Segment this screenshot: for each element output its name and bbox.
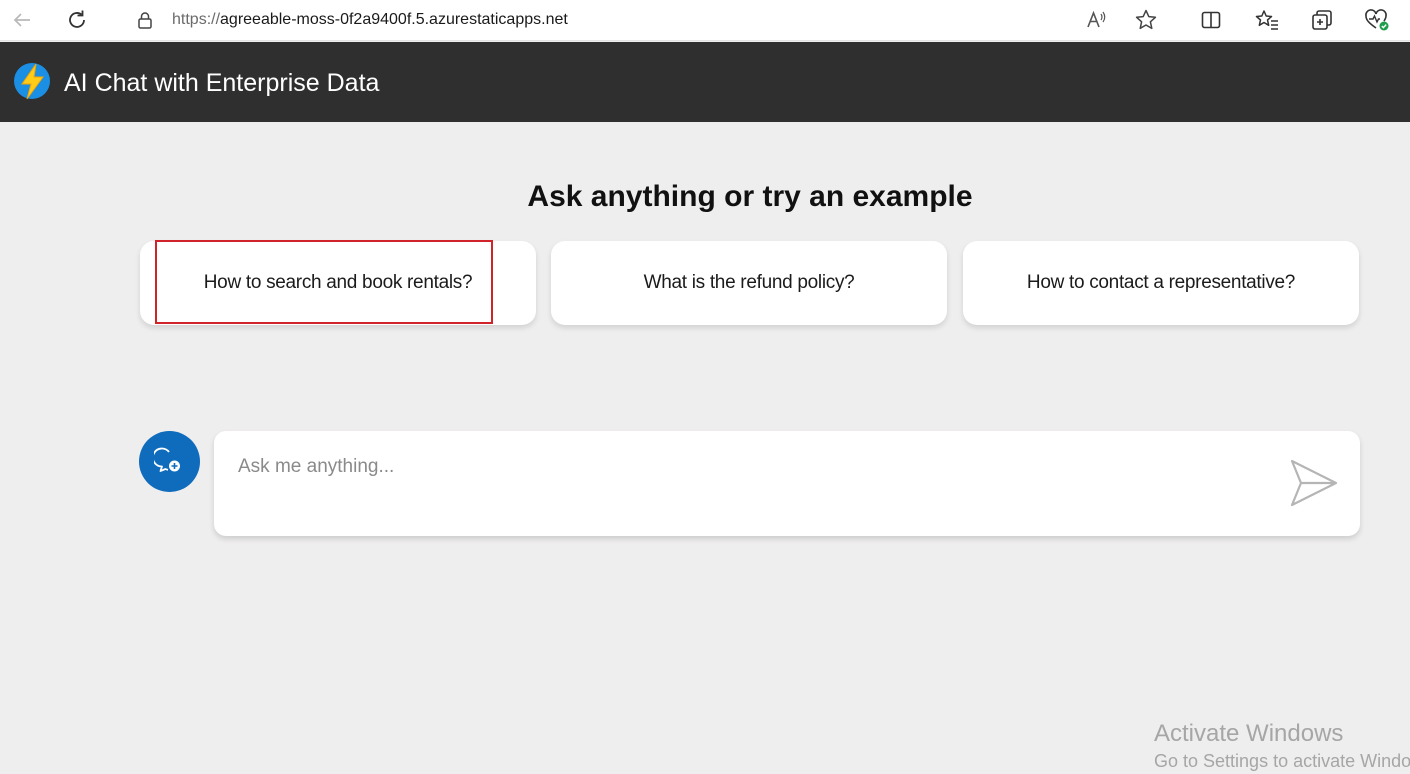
windows-activation-watermark: Activate Windows Go to Settings to activ… — [1154, 720, 1410, 774]
new-chat-button[interactable] — [139, 431, 200, 492]
favorites-button[interactable] — [1253, 6, 1281, 34]
lock-icon[interactable] — [136, 11, 154, 29]
split-screen-icon — [1201, 11, 1221, 29]
back-icon — [13, 13, 30, 27]
favorite-star-icon — [1135, 9, 1157, 30]
send-icon — [1290, 459, 1338, 507]
collections-button[interactable] — [1308, 6, 1336, 34]
highlight-annotation — [155, 240, 493, 324]
page-headline: Ask anything or try an example — [527, 180, 973, 213]
back-button[interactable] — [8, 6, 36, 34]
app-title: AI Chat with Enterprise Data — [64, 69, 380, 97]
favorites-icon — [1255, 10, 1278, 30]
refresh-icon — [69, 10, 85, 28]
url-text: https://agreeable-moss-0f2a9400f.5.azure… — [172, 11, 568, 29]
watermark-title: Activate Windows — [1154, 720, 1344, 747]
example-card-label: How to contact a representative? — [1026, 272, 1296, 293]
new-chat-icon — [153, 447, 180, 472]
url-scheme: https:// — [172, 11, 221, 28]
read-aloud-icon — [1087, 10, 1106, 28]
add-favorite-button[interactable] — [1132, 6, 1160, 34]
refresh-button[interactable] — [63, 6, 91, 34]
browser-essentials-icon — [1365, 9, 1389, 31]
collections-icon — [1312, 10, 1332, 30]
browser-essentials-button[interactable] — [1363, 6, 1391, 34]
watermark-subtitle: Go to Settings to activate Windows. — [1154, 751, 1410, 771]
chat-input-box — [214, 431, 1360, 536]
url-host: agreeable-moss-0f2a9400f.5.azurestaticap… — [220, 11, 568, 28]
lightning-icon — [14, 63, 50, 100]
read-aloud-button[interactable] — [1082, 6, 1110, 34]
example-card-refund-policy[interactable]: What is the refund policy? — [551, 241, 947, 325]
chat-input[interactable] — [236, 453, 1266, 481]
browser-toolbar: https://agreeable-moss-0f2a9400f.5.azure… — [0, 0, 1410, 41]
address-bar[interactable]: https://agreeable-moss-0f2a9400f.5.azure… — [112, 3, 1182, 37]
split-screen-button[interactable] — [1197, 6, 1225, 34]
app-header: AI Chat with Enterprise Data — [0, 42, 1410, 122]
example-card-label: What is the refund policy? — [643, 272, 855, 293]
example-card-contact-representative[interactable]: How to contact a representative? — [963, 241, 1359, 325]
send-button[interactable] — [1288, 457, 1340, 509]
